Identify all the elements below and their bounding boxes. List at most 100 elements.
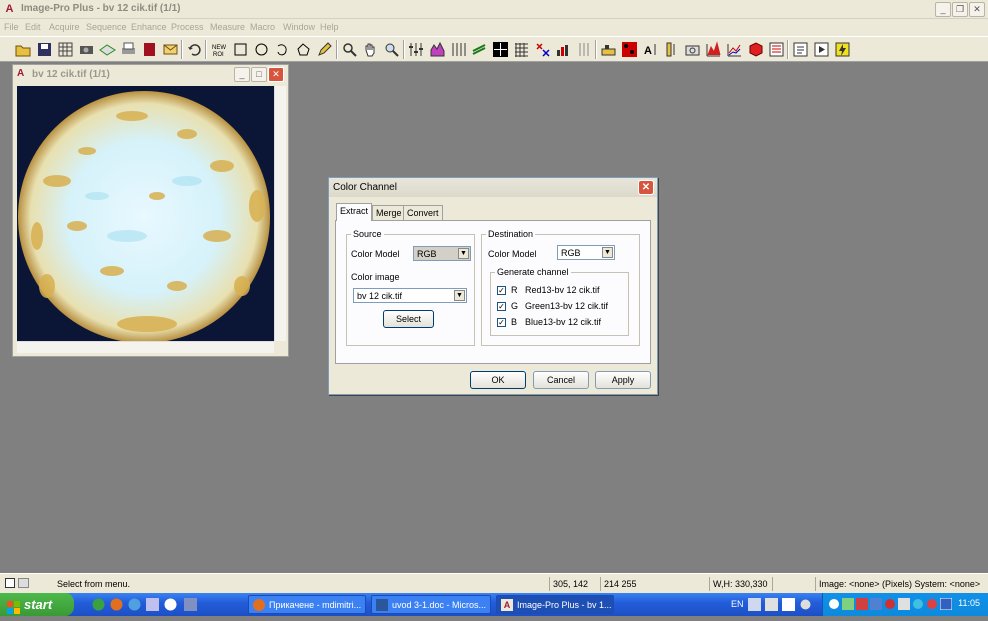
layers-icon[interactable] <box>99 41 116 58</box>
cancel-button[interactable]: Cancel <box>533 371 589 389</box>
ie-quicklaunch-icon[interactable] <box>128 598 141 611</box>
taskbar-item-prikachene[interactable]: Прикачене - mdimitri... <box>248 595 366 614</box>
menu-file[interactable]: File <box>4 22 19 32</box>
ok-button[interactable]: OK <box>470 371 526 389</box>
lightning-icon[interactable] <box>834 41 851 58</box>
irregular-icon[interactable] <box>274 41 291 58</box>
firefox-quicklaunch-icon[interactable] <box>110 598 123 611</box>
mail-icon[interactable] <box>162 41 179 58</box>
minimize-button[interactable]: _ <box>935 2 951 17</box>
menu-process[interactable]: Process <box>171 22 204 32</box>
levels-icon[interactable] <box>450 41 467 58</box>
menu-enhance[interactable]: Enhance <box>131 22 167 32</box>
book-icon[interactable] <box>141 41 158 58</box>
menu-acquire[interactable]: Acquire <box>49 22 80 32</box>
3d-cube-icon[interactable] <box>747 41 764 58</box>
matrix-icon[interactable] <box>513 41 530 58</box>
start-button[interactable]: start <box>0 593 74 616</box>
color-image-select[interactable]: bv 12 cik.tif ▼ <box>353 288 467 303</box>
image-canvas[interactable] <box>17 86 274 341</box>
scale-icon[interactable] <box>576 41 593 58</box>
browser-quicklaunch-icon[interactable] <box>92 598 105 611</box>
security-tray-icon[interactable] <box>856 598 868 610</box>
dialog-close-button[interactable]: ✕ <box>638 180 654 195</box>
text-annotation-icon[interactable]: A <box>642 41 659 58</box>
pencil-icon[interactable] <box>316 41 333 58</box>
antivirus-tray-icon[interactable] <box>884 598 896 610</box>
firefox-icon <box>253 599 265 611</box>
image-vertical-scrollbar[interactable] <box>274 86 286 341</box>
pin-tray-icon[interactable] <box>799 598 812 611</box>
chat-tray-icon[interactable] <box>828 598 840 610</box>
volume-tray-icon[interactable] <box>898 598 910 610</box>
apply-button[interactable]: Apply <box>595 371 651 389</box>
polygon-icon[interactable] <box>295 41 312 58</box>
help-tray-icon[interactable] <box>782 598 795 611</box>
save-icon[interactable] <box>36 41 53 58</box>
source-color-model-select[interactable]: RGB ▼ <box>413 246 471 261</box>
ellipse-icon[interactable] <box>253 41 270 58</box>
image-horizontal-scrollbar[interactable] <box>17 341 274 353</box>
menu-measure[interactable]: Measure <box>210 22 245 32</box>
safely-remove-tray-icon[interactable] <box>870 598 882 610</box>
channel-r-checkbox[interactable]: ✓ <box>497 286 506 295</box>
print-icon[interactable] <box>120 41 137 58</box>
display-tray-icon[interactable] <box>765 598 778 611</box>
zoom-icon[interactable] <box>341 41 358 58</box>
zoom-fit-icon[interactable] <box>383 41 400 58</box>
warning-tray-icon[interactable] <box>926 598 938 610</box>
restore-button[interactable]: ❐ <box>952 2 968 17</box>
macro-run-icon[interactable] <box>813 41 830 58</box>
update-tray-icon[interactable] <box>912 598 924 610</box>
app-quicklaunch-icon[interactable] <box>146 598 159 611</box>
histogram-icon[interactable] <box>429 41 446 58</box>
select-button[interactable]: Select <box>383 310 434 328</box>
status-empty <box>772 577 814 591</box>
taskbar-item-word[interactable]: uvod 3-1.doc - Micros... <box>371 595 491 614</box>
desktop-quicklaunch-icon[interactable] <box>184 598 197 611</box>
menu-sequence[interactable]: Sequence <box>86 22 127 32</box>
database-icon[interactable] <box>768 41 785 58</box>
taskbar-item-image-pro[interactable]: A Image-Pro Plus - bv 1... <box>496 595 614 614</box>
monitor-tray-icon[interactable] <box>940 598 952 610</box>
morph-icon[interactable] <box>534 41 551 58</box>
menu-macro[interactable]: Macro <box>250 22 275 32</box>
line-profile-icon[interactable] <box>705 41 722 58</box>
rectangle-icon[interactable] <box>232 41 249 58</box>
menu-window[interactable]: Window <box>283 22 315 32</box>
camera-icon[interactable] <box>78 41 95 58</box>
hand-pan-icon[interactable] <box>362 41 379 58</box>
tab-convert[interactable]: Convert <box>403 205 443 220</box>
bar-chart-icon[interactable] <box>555 41 572 58</box>
calibration-icon[interactable] <box>663 41 680 58</box>
system-tray: 11:05 <box>822 593 988 616</box>
media-quicklaunch-icon[interactable] <box>164 598 177 611</box>
filter-icon[interactable] <box>471 41 488 58</box>
measure-icon[interactable] <box>600 41 617 58</box>
svg-text:ROI: ROI <box>213 52 224 58</box>
image-maximize-button[interactable]: □ <box>251 67 267 82</box>
macro-record-icon[interactable] <box>792 41 809 58</box>
tab-merge[interactable]: Merge <box>372 205 406 220</box>
snapshot-icon[interactable] <box>684 41 701 58</box>
network-tray-icon[interactable] <box>842 598 854 610</box>
menu-help[interactable]: Help <box>320 22 339 32</box>
tool-tray-icon[interactable] <box>748 598 761 611</box>
grid-icon[interactable] <box>57 41 74 58</box>
contrast-sliders-icon[interactable] <box>408 41 425 58</box>
channel-g-checkbox[interactable]: ✓ <box>497 302 506 311</box>
channel-b-checkbox[interactable]: ✓ <box>497 318 506 327</box>
language-indicator[interactable]: EN <box>731 599 744 609</box>
crosshair-icon[interactable] <box>492 41 509 58</box>
menu-edit[interactable]: Edit <box>25 22 41 32</box>
image-close-button[interactable]: ✕ <box>268 67 284 82</box>
count-icon[interactable] <box>621 41 638 58</box>
destination-color-model-select[interactable]: RGB ▼ <box>557 245 615 260</box>
undo-icon[interactable] <box>186 41 203 58</box>
tab-extract[interactable]: Extract <box>336 203 373 221</box>
close-button[interactable]: ✕ <box>969 2 985 17</box>
plot-icon[interactable] <box>726 41 743 58</box>
open-folder-icon[interactable] <box>15 41 32 58</box>
new-roi-icon[interactable]: NEWROI <box>211 41 228 58</box>
image-minimize-button[interactable]: _ <box>234 67 250 82</box>
